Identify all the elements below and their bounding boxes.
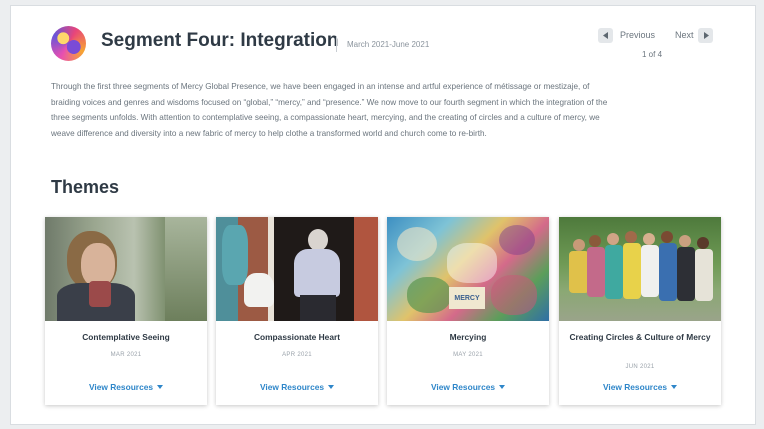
caret-down-icon	[499, 385, 506, 389]
card-title: Contemplative Seeing	[82, 332, 170, 342]
chevron-left-icon	[602, 32, 608, 39]
card-title: Mercying	[449, 332, 487, 342]
mercy-wordmark: MERCY	[449, 287, 485, 309]
caret-down-icon	[157, 385, 164, 389]
view-resources-dropdown[interactable]: View Resources	[387, 382, 549, 392]
caret-down-icon	[328, 385, 335, 389]
view-resources-label: View Resources	[430, 382, 496, 392]
title-divider	[336, 36, 337, 52]
card-date: JUN 2021	[625, 364, 655, 370]
card-date: APR 2021	[282, 352, 312, 358]
theme-card-mercying[interactable]: MERCY Mercying MAY 2021 View Resources	[387, 217, 549, 405]
contemplative-seeing-photo	[45, 217, 207, 321]
view-resources-label: View Resources	[602, 382, 668, 392]
caret-down-icon	[671, 385, 678, 389]
page-frame: Segment Four: Integration March 2021-Jun…	[10, 5, 756, 425]
next-link[interactable]: Next	[675, 30, 694, 40]
page-title: Segment Four: Integration	[101, 30, 339, 51]
view-resources-label: View Resources	[88, 382, 154, 392]
previous-button[interactable]	[598, 28, 613, 43]
creating-circles-group-photo	[559, 217, 721, 321]
view-resources-dropdown[interactable]: View Resources	[45, 382, 207, 392]
intro-paragraph: Through the first three segments of Merc…	[51, 82, 608, 138]
chevron-right-icon	[703, 32, 709, 39]
card-title: Creating Circles & Culture of Mercy	[569, 332, 711, 342]
theme-card-compassionate-heart[interactable]: Compassionate Heart APR 2021 View Resour…	[216, 217, 378, 405]
view-resources-dropdown[interactable]: View Resources	[559, 382, 721, 392]
theme-card-contemplative-seeing[interactable]: Contemplative Seeing MAR 2021 View Resou…	[45, 217, 207, 405]
theme-card-creating-circles[interactable]: Creating Circles & Culture of Mercy JUN …	[559, 217, 721, 405]
next-button[interactable]	[698, 28, 713, 43]
card-date: MAR 2021	[110, 352, 142, 358]
segment-logo	[51, 26, 86, 61]
previous-link[interactable]: Previous	[620, 30, 655, 40]
mercying-collage: MERCY	[387, 217, 549, 321]
compassionate-heart-photo	[216, 217, 378, 321]
themes-heading: Themes	[51, 177, 120, 197]
segment-dates: March 2021-June 2021	[347, 40, 430, 49]
view-resources-label: View Resources	[259, 382, 325, 392]
page-counter: 1 of 4	[642, 50, 663, 59]
card-title: Compassionate Heart	[253, 332, 341, 342]
card-date: MAY 2021	[453, 352, 483, 358]
view-resources-dropdown[interactable]: View Resources	[216, 382, 378, 392]
